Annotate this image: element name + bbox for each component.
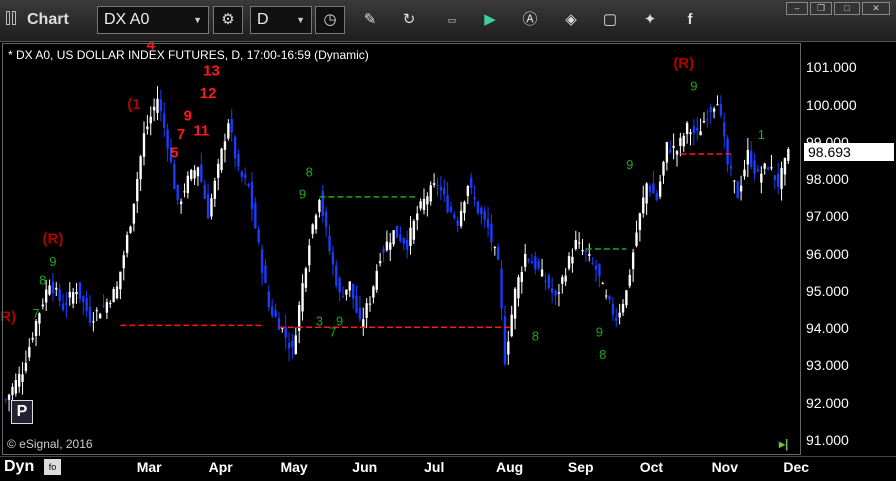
comment-icon[interactable]: ▢ [599, 9, 621, 31]
chevron-down-icon: ▼ [193, 15, 202, 25]
x-tick-label: Jul [424, 459, 445, 475]
restore-icon[interactable]: ❐ [810, 2, 832, 15]
y-tick-label: 93.000 [806, 357, 849, 374]
alert-icon[interactable]: Ⓐ [519, 9, 541, 31]
window-titlebar: Chart DX A0 ▼ ⚙ D ▼ ◷ ✎ ↻ ▭ ▶ Ⓐ ◈ ▢ ✦ f … [0, 0, 896, 42]
close-icon[interactable]: ✕ [862, 2, 890, 15]
y-tick-label: 100.000 [806, 96, 857, 113]
y-tick-label: 101.000 [806, 59, 857, 76]
play-icon[interactable]: ▶ [479, 9, 501, 31]
last-price-label: 98.693 [804, 143, 894, 161]
chart-app-icon [6, 10, 22, 26]
position-badge[interactable]: P [11, 400, 33, 424]
x-tick-label: Aug [496, 459, 524, 475]
settings-gear-icon[interactable]: ⚙ [213, 6, 243, 34]
data-icon[interactable]: ▭ [441, 9, 463, 31]
y-tick-label: 92.000 [806, 394, 849, 411]
y-tick-label: 94.000 [806, 320, 849, 337]
interval-value: D [257, 11, 269, 28]
y-tick-label: 91.000 [806, 431, 849, 448]
y-tick-label: 96.000 [806, 245, 849, 262]
copyright-text: © eSignal, 2016 [7, 437, 93, 451]
plot-area-border [2, 43, 801, 455]
chevron-down-icon: ▼ [296, 15, 305, 25]
minimize-icon[interactable]: – [786, 2, 808, 15]
maximize-icon[interactable]: □ [834, 2, 860, 15]
x-tick-label: Apr [208, 459, 233, 475]
scroll-to-end-icon[interactable]: ▸| [779, 437, 795, 451]
interval-combobox[interactable]: D ▼ [250, 6, 312, 34]
refresh-icon[interactable]: ↻ [398, 9, 420, 31]
x-tick-label: Jun [352, 459, 378, 475]
twitter-icon[interactable]: ✦ [639, 9, 661, 31]
tag-icon[interactable]: ◈ [560, 9, 582, 31]
range-label[interactable]: Dyn [4, 458, 34, 476]
y-tick-label: 95.000 [806, 282, 849, 299]
x-axis-band [0, 456, 896, 481]
pencil-icon[interactable]: ✎ [359, 9, 381, 31]
symbol-value: DX A0 [104, 11, 150, 28]
x-tick-label: Dec [783, 459, 810, 475]
x-tick-label: Mar [136, 459, 162, 475]
window-title: Chart [27, 11, 69, 28]
chart-subtitle: * DX A0, US DOLLAR INDEX FUTURES, D, 17:… [8, 48, 369, 62]
x-tick-label: Oct [639, 459, 664, 475]
clock-icon[interactable]: ◷ [315, 6, 345, 34]
y-tick-label: 98.000 [806, 171, 849, 188]
y-tick-label: 97.000 [806, 208, 849, 225]
x-tick-label: Sep [567, 459, 594, 475]
symbol-combobox[interactable]: DX A0 ▼ [97, 6, 209, 34]
x-tick-label: Nov [711, 459, 739, 475]
range-settings-icon[interactable]: fo [44, 459, 61, 475]
x-tick-label: May [280, 459, 308, 475]
facebook-icon[interactable]: f [679, 9, 701, 31]
